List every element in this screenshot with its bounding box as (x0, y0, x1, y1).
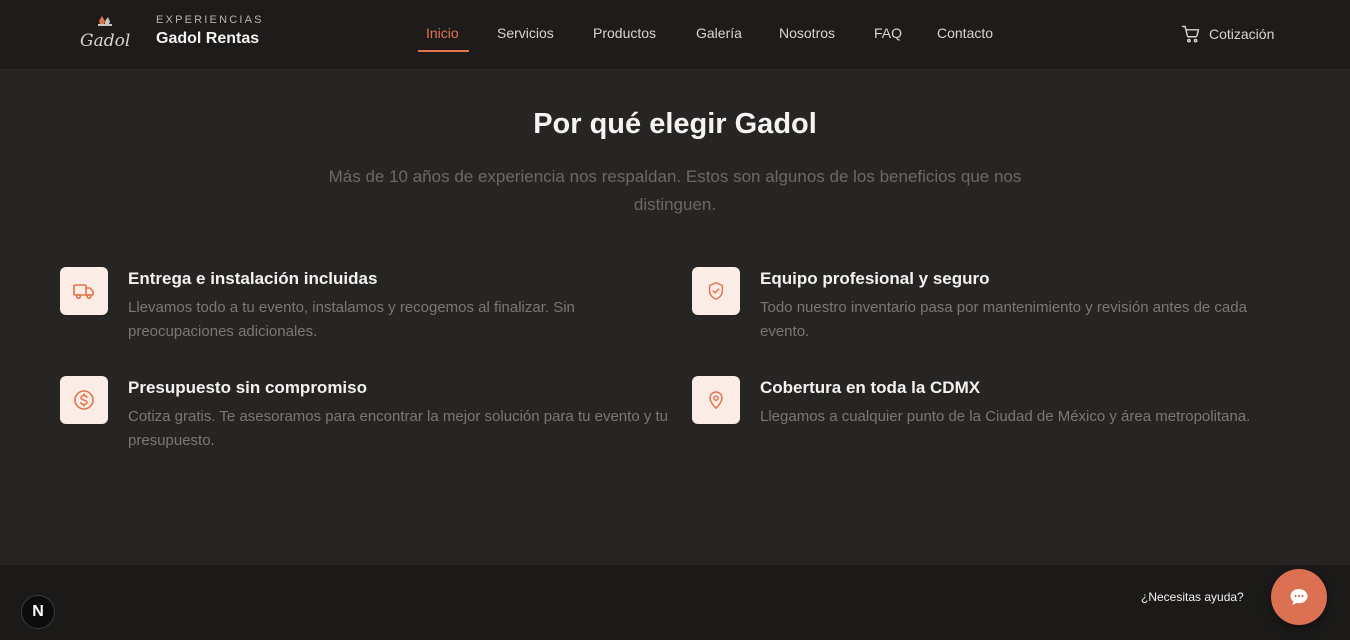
active-nav-indicator (418, 50, 469, 52)
dollar-icon (74, 390, 94, 410)
dev-tools-badge[interactable]: N (21, 595, 55, 629)
site-header: Gadol EXPERIENCIAS Gadol Rentas Inicio S… (0, 0, 1350, 70)
chat-bubble-icon (1290, 589, 1308, 605)
feature-description: Llegamos a cualquier punto de la Ciudad … (760, 408, 1251, 425)
feature-title: Cobertura en toda la CDMX (760, 378, 981, 397)
feature-icon-box (692, 267, 740, 315)
feature-title: Entrega e instalación incluidas (128, 269, 378, 288)
help-prompt: ¿Necesitas ayuda? (1141, 590, 1244, 604)
nav-item-servicios[interactable]: Servicios (497, 25, 554, 41)
nav-item-inicio[interactable]: Inicio (426, 25, 459, 41)
section-title: Por qué elegir Gadol (533, 108, 817, 140)
nav-item-productos[interactable]: Productos (593, 25, 656, 41)
feature-description: Cotiza gratis. Te asesoramos para encont… (128, 408, 668, 449)
truck-icon (73, 284, 94, 300)
main-nav: Inicio Servicios Productos Galería Nosot… (0, 0, 1350, 70)
nav-item-galeria[interactable]: Galería (696, 25, 742, 41)
feature-description: Llevamos todo a tu evento, instalamos y … (128, 299, 575, 340)
shield-icon (708, 282, 724, 300)
feature-icon-box (692, 376, 740, 424)
nav-item-contacto[interactable]: Contacto (937, 25, 993, 41)
feature-title: Equipo profesional y seguro (760, 269, 990, 288)
nav-item-faq[interactable]: FAQ (874, 25, 902, 41)
feature-description: Todo nuestro inventario pasa por manteni… (760, 299, 1247, 340)
cart-icon (1181, 25, 1200, 43)
nav-item-nosotros[interactable]: Nosotros (779, 25, 835, 41)
chat-button[interactable] (1271, 569, 1327, 625)
quote-button[interactable]: Cotización (1181, 22, 1274, 46)
feature-title: Presupuesto sin compromiso (128, 378, 367, 397)
quote-label: Cotización (1209, 26, 1275, 42)
feature-icon-box (60, 376, 108, 424)
section-subtitle: Más de 10 años de experiencia nos respal… (328, 167, 1022, 214)
feature-icon-box (60, 267, 108, 315)
map-pin-icon (709, 391, 723, 409)
